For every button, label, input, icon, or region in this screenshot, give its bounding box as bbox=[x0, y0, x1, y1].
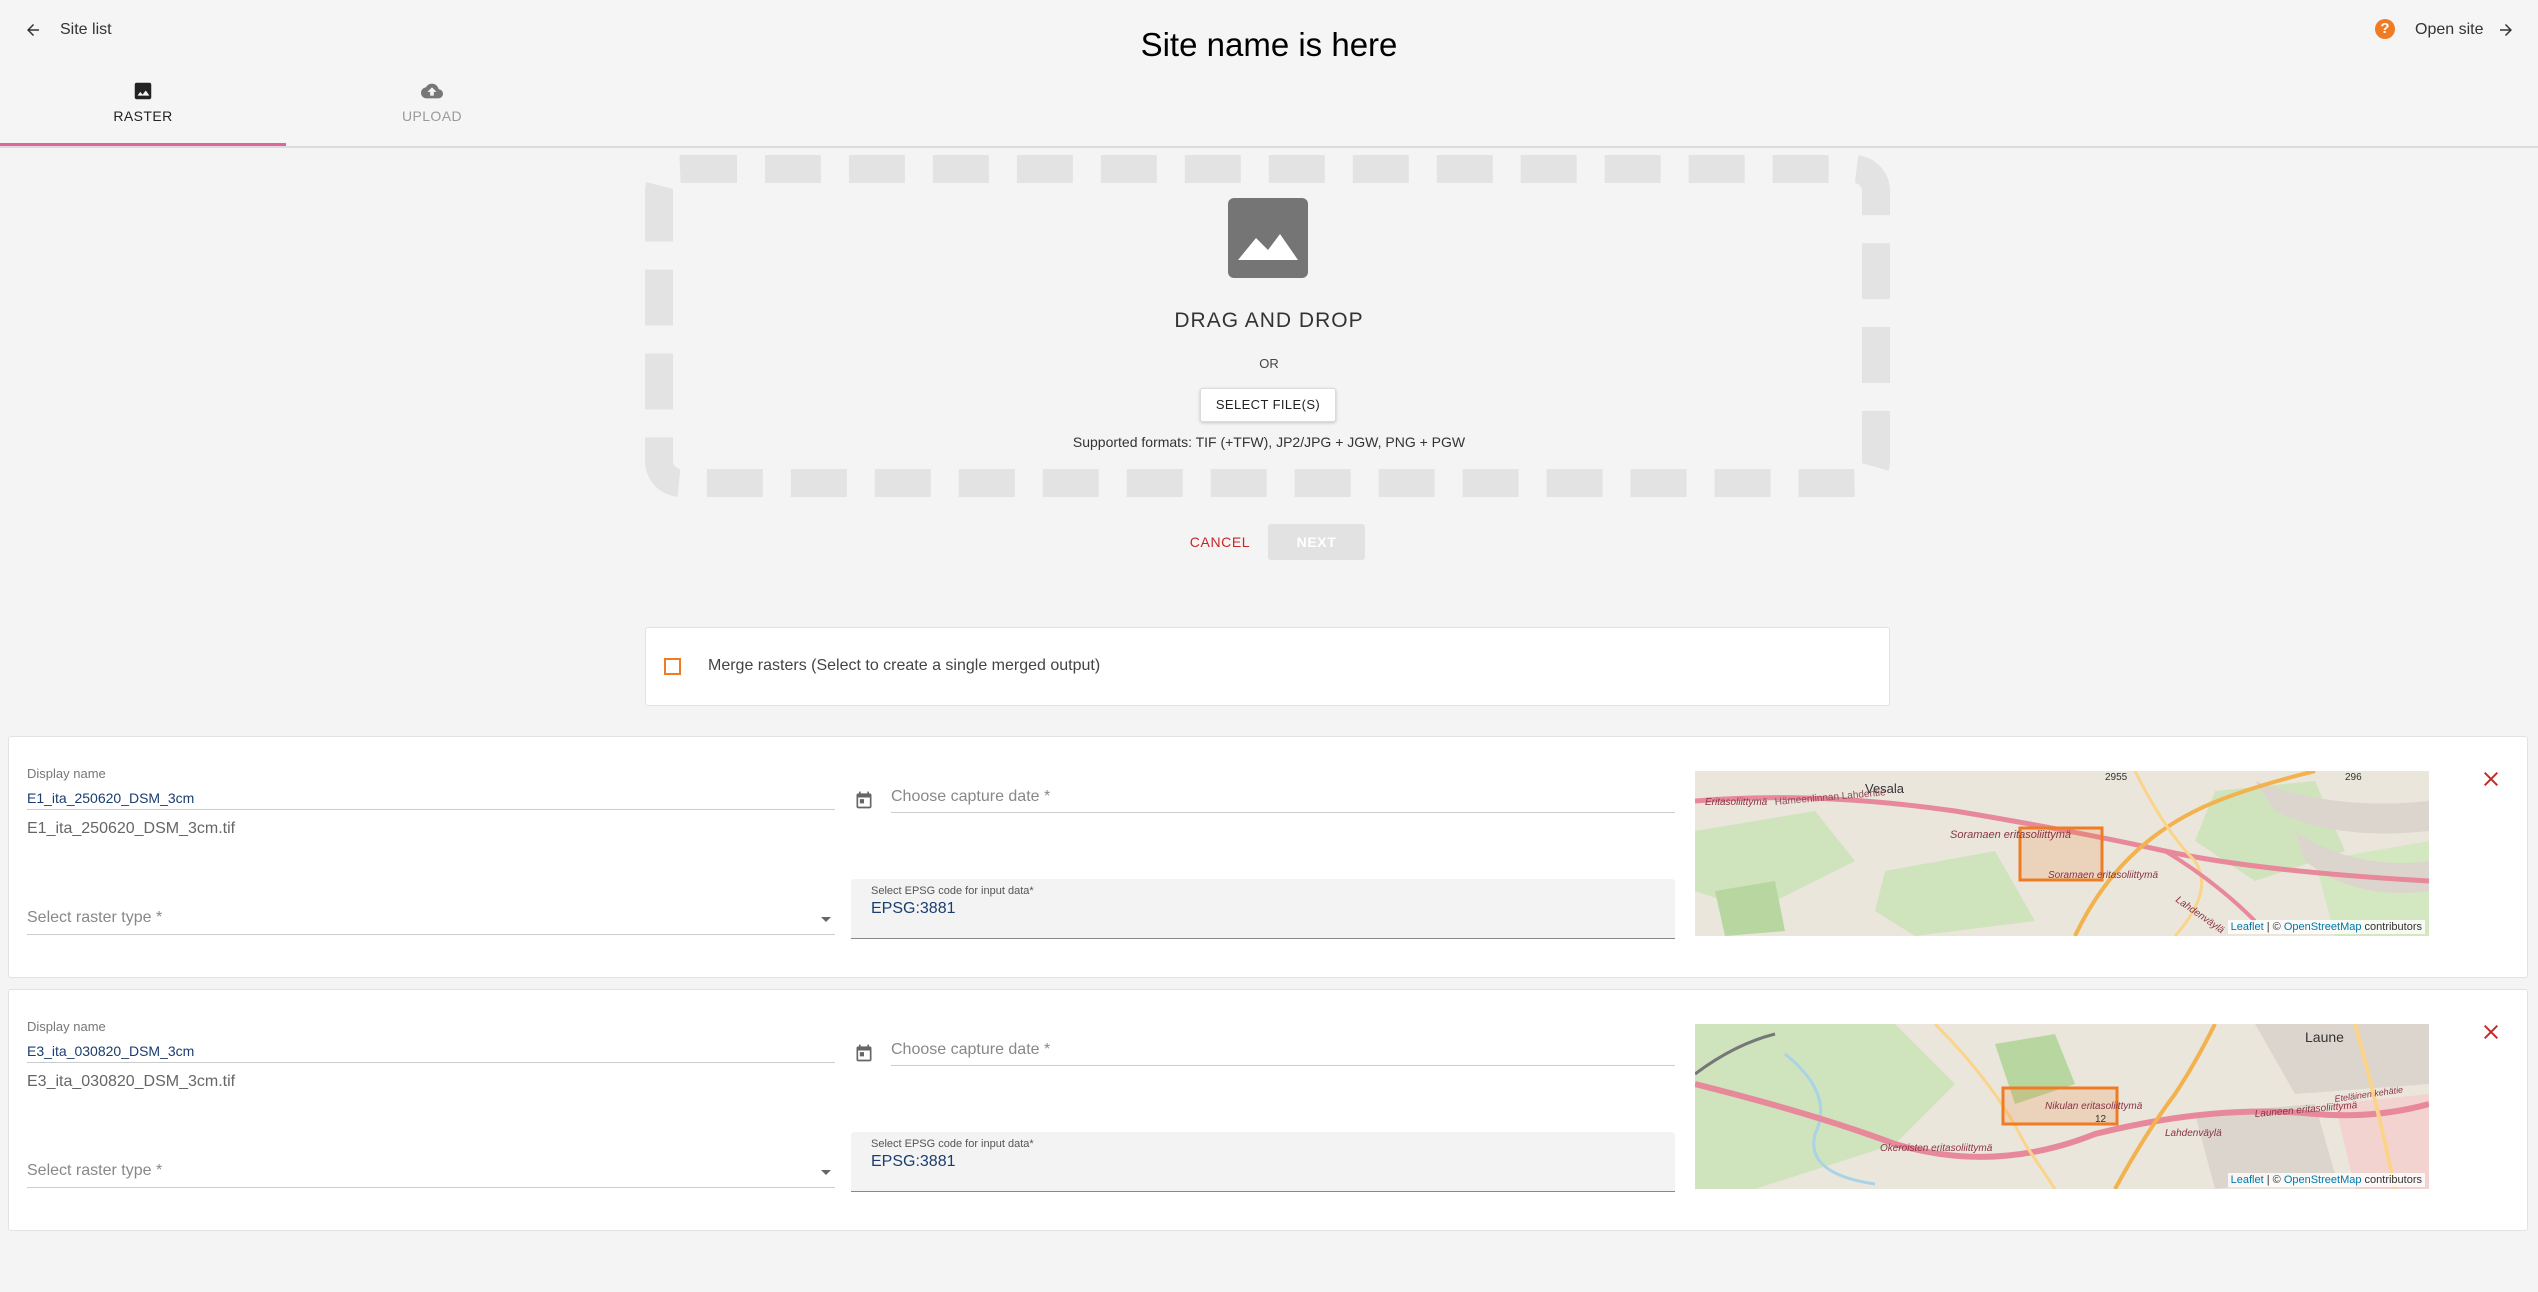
map-tiles: Laune Nikulan eritasoliittymä Launeen er… bbox=[1695, 1024, 2429, 1189]
image-placeholder-icon bbox=[1228, 198, 1308, 278]
attribution-contributors: contributors bbox=[2361, 1174, 2422, 1186]
display-name-label: Display name bbox=[27, 766, 106, 781]
map-label: Soramaen eritasoliittymä bbox=[2048, 870, 2158, 881]
cloud-upload-icon bbox=[421, 83, 443, 99]
map-attribution: Leaflet | © OpenStreetMap contributors bbox=[2227, 1173, 2425, 1187]
map-label: 296 bbox=[2345, 772, 2362, 783]
raster-type-select[interactable]: Select raster type * bbox=[27, 905, 835, 935]
select-files-button[interactable]: SELECT FILE(S) bbox=[1200, 388, 1336, 422]
display-name-input[interactable] bbox=[27, 786, 835, 810]
map-label: 12 bbox=[2095, 1114, 2107, 1125]
cancel-button[interactable]: CANCEL bbox=[1180, 524, 1260, 560]
merge-rasters-checkbox[interactable] bbox=[664, 658, 681, 675]
tab-raster[interactable]: RASTER bbox=[0, 76, 286, 146]
map-label: Laune bbox=[2305, 1029, 2344, 1045]
raster-map-preview[interactable]: Vesala Hämeenlinnan Lahdentie Soramaen e… bbox=[1695, 771, 2429, 936]
tab-upload-label: UPLOAD bbox=[402, 108, 462, 124]
map-label: 2955 bbox=[2105, 772, 2128, 783]
openstreetmap-link[interactable]: OpenStreetMap bbox=[2284, 921, 2362, 933]
dropzone-or: OR bbox=[1259, 356, 1279, 371]
map-label: Okeroisten eritasoliittymä bbox=[1880, 1143, 1993, 1154]
epsg-label: Select EPSG code for input data* bbox=[871, 885, 1034, 897]
merge-rasters-card: Merge rasters (Select to create a single… bbox=[645, 627, 1890, 706]
image-icon bbox=[134, 82, 152, 100]
display-name-label: Display name bbox=[27, 1019, 106, 1034]
close-icon[interactable] bbox=[2479, 767, 2503, 791]
arrow-right-icon bbox=[2500, 24, 2513, 36]
raster-card: Display name E1_ita_250620_DSM_3cm.tif S… bbox=[8, 736, 2528, 978]
capture-date-input[interactable] bbox=[891, 781, 1675, 813]
attribution-separator: | © bbox=[2263, 921, 2284, 933]
raster-type-select[interactable]: Select raster type * bbox=[27, 1158, 835, 1188]
openstreetmap-link[interactable]: OpenStreetMap bbox=[2284, 1174, 2362, 1186]
raster-filename: E1_ita_250620_DSM_3cm.tif bbox=[27, 820, 236, 837]
epsg-value: EPSG:3881 bbox=[871, 900, 956, 917]
epsg-value: EPSG:3881 bbox=[871, 1153, 956, 1170]
map-label: Lahdenväylä bbox=[2165, 1128, 2222, 1139]
raster-filename: E3_ita_030820_DSM_3cm.tif bbox=[27, 1073, 236, 1090]
merge-rasters-label: Merge rasters (Select to create a single… bbox=[708, 657, 1101, 674]
open-site-label: Open site bbox=[2415, 21, 2484, 38]
epsg-label: Select EPSG code for input data* bbox=[871, 1138, 1034, 1150]
leaflet-link[interactable]: Leaflet bbox=[2231, 1174, 2264, 1186]
map-label: Nikulan eritasoliittymä bbox=[2045, 1101, 2143, 1112]
raster-card: Display name E3_ita_030820_DSM_3cm.tif S… bbox=[8, 989, 2528, 1231]
tab-raster-label: RASTER bbox=[113, 108, 173, 124]
map-label: Soramaen eritasoliittymä bbox=[1950, 829, 2071, 841]
display-name-input[interactable] bbox=[27, 1039, 835, 1063]
raster-type-placeholder: Select raster type * bbox=[27, 1162, 163, 1179]
map-tiles: Vesala Hämeenlinnan Lahdentie Soramaen e… bbox=[1695, 771, 2429, 936]
raster-map-preview[interactable]: Laune Nikulan eritasoliittymä Launeen er… bbox=[1695, 1024, 2429, 1189]
calendar-icon[interactable] bbox=[854, 790, 874, 810]
dropzone-title: DRAG AND DROP bbox=[1174, 309, 1364, 332]
leaflet-link[interactable]: Leaflet bbox=[2231, 921, 2264, 933]
open-site-link[interactable]: Open site bbox=[2415, 18, 2515, 42]
next-button[interactable]: NEXT bbox=[1268, 524, 1365, 560]
raster-type-placeholder: Select raster type * bbox=[27, 909, 163, 926]
dropdown-arrow-icon bbox=[821, 1170, 831, 1175]
attribution-separator: | © bbox=[2263, 1174, 2284, 1186]
dropdown-arrow-icon bbox=[821, 917, 831, 922]
capture-date-input[interactable] bbox=[891, 1034, 1675, 1066]
map-attribution: Leaflet | © OpenStreetMap contributors bbox=[2227, 920, 2425, 934]
page-title: Site name is here bbox=[1140, 26, 1398, 63]
map-label: Eritasoliittymä bbox=[1705, 797, 1768, 808]
supported-formats-text: Supported formats: TIF (+TFW), JP2/JPG +… bbox=[1072, 434, 1466, 450]
attribution-contributors: contributors bbox=[2361, 921, 2422, 933]
close-icon[interactable] bbox=[2479, 1020, 2503, 1044]
help-icon[interactable]: ? bbox=[2375, 19, 2395, 39]
calendar-icon[interactable] bbox=[854, 1043, 874, 1063]
top-bar: Site list Site name is here ? Open site … bbox=[0, 0, 2538, 148]
tab-upload[interactable]: UPLOAD bbox=[289, 76, 575, 146]
